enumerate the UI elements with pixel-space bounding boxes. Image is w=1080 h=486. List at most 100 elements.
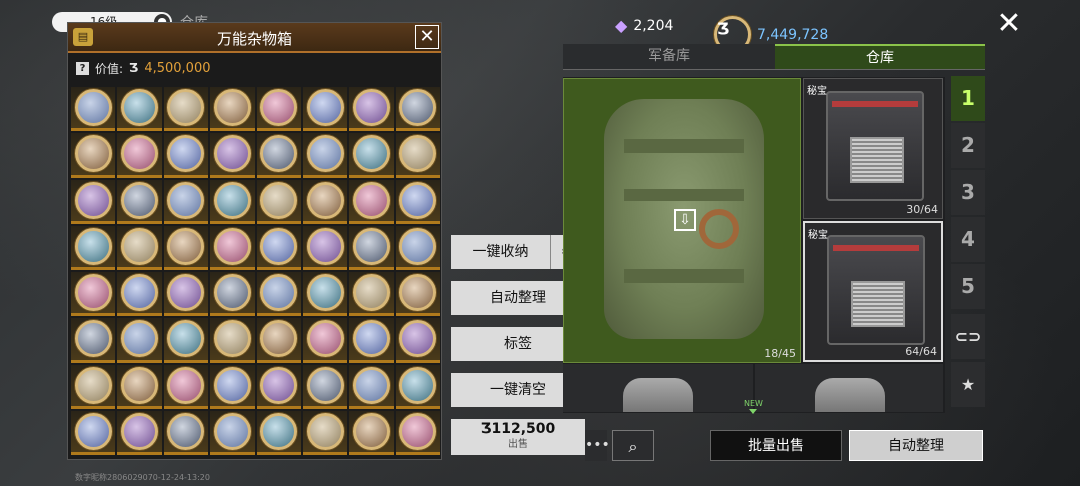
collectible-coin — [260, 412, 298, 450]
item-cell[interactable] — [349, 87, 394, 132]
close-icon[interactable]: ✕ — [994, 9, 1024, 40]
item-cell[interactable] — [71, 87, 116, 132]
item-cell[interactable] — [71, 272, 116, 317]
item-cell[interactable] — [117, 225, 162, 270]
item-cell[interactable] — [395, 410, 440, 455]
item-cell[interactable] — [210, 179, 255, 224]
help-icon[interactable]: ? — [76, 61, 89, 75]
item-cell[interactable] — [395, 179, 440, 224]
collectible-coin — [167, 412, 205, 450]
item-cell[interactable] — [117, 318, 162, 363]
item-cell[interactable] — [163, 87, 209, 132]
item-cell[interactable] — [302, 133, 348, 178]
item-cell[interactable] — [256, 272, 301, 317]
backpack-slot[interactable]: ⇩ 18/45 — [563, 78, 801, 363]
item-cell[interactable] — [349, 410, 394, 455]
sell-button[interactable]: Ʒ112,500 出售 — [451, 419, 585, 455]
item-cell[interactable] — [71, 133, 116, 178]
item-cell[interactable] — [117, 272, 162, 317]
page-tab-2[interactable]: 2 — [951, 123, 985, 168]
item-cell[interactable] — [163, 364, 209, 409]
item-cell[interactable] — [395, 272, 440, 317]
collectible-coin — [213, 366, 251, 404]
item-cell[interactable] — [163, 225, 209, 270]
tab-warehouse[interactable]: 仓库 — [775, 44, 985, 69]
more-button[interactable]: ••• — [585, 430, 610, 461]
item-cell[interactable] — [395, 87, 440, 132]
item-cell[interactable] — [71, 225, 116, 270]
page-tab-5[interactable]: 5 — [951, 264, 985, 309]
storage-item-partial[interactable] — [563, 364, 753, 412]
chest-slot-1[interactable]: 秘宝 30/64 — [803, 78, 943, 219]
modal-close-button[interactable]: ✕ — [415, 25, 439, 49]
item-cell[interactable] — [256, 410, 301, 455]
item-cell[interactable] — [71, 318, 116, 363]
item-cell[interactable] — [117, 179, 162, 224]
item-cell[interactable] — [71, 410, 116, 455]
item-cell[interactable] — [71, 179, 116, 224]
item-cell[interactable] — [256, 179, 301, 224]
item-cell[interactable] — [117, 410, 162, 455]
item-cell[interactable] — [349, 318, 394, 363]
collectible-coin — [74, 366, 112, 404]
item-cell[interactable] — [210, 410, 255, 455]
item-cell[interactable] — [349, 225, 394, 270]
item-cell[interactable] — [256, 364, 301, 409]
item-cell[interactable] — [256, 133, 301, 178]
item-cell[interactable] — [302, 87, 348, 132]
item-cell[interactable] — [302, 225, 348, 270]
item-cell[interactable] — [163, 133, 209, 178]
item-cell[interactable] — [163, 272, 209, 317]
item-cell[interactable] — [302, 364, 348, 409]
collectible-coin — [306, 366, 344, 404]
item-cell[interactable] — [395, 225, 440, 270]
item-cell[interactable] — [117, 364, 162, 409]
storage-item-partial[interactable] — [755, 364, 943, 412]
collectible-coin — [352, 366, 390, 404]
collectible-coin — [121, 89, 159, 127]
auto-sort-button[interactable]: 自动整理 — [849, 430, 983, 461]
item-cell[interactable] — [256, 87, 301, 132]
collectible-coin — [260, 274, 298, 312]
item-cell[interactable] — [71, 364, 116, 409]
item-cell[interactable] — [163, 410, 209, 455]
item-cell[interactable] — [395, 133, 440, 178]
item-cell[interactable] — [302, 272, 348, 317]
page-tab-3[interactable]: 3 — [951, 170, 985, 215]
item-cell[interactable] — [210, 364, 255, 409]
item-cell[interactable] — [210, 272, 255, 317]
item-cell[interactable] — [163, 179, 209, 224]
item-cell[interactable] — [117, 87, 162, 132]
collectible-coin — [352, 227, 390, 265]
collectible-coin — [74, 89, 112, 127]
link-icon[interactable]: ⊂⊃ — [951, 314, 985, 359]
search-button[interactable]: ⌕ — [612, 430, 654, 461]
collectible-coin — [213, 135, 251, 173]
item-cell[interactable] — [210, 133, 255, 178]
item-cell[interactable] — [349, 179, 394, 224]
item-cell[interactable] — [163, 318, 209, 363]
item-cell[interactable] — [395, 318, 440, 363]
item-cell[interactable] — [302, 318, 348, 363]
item-cell[interactable] — [256, 225, 301, 270]
tab-armory[interactable]: 军备库 — [563, 44, 775, 69]
item-cell[interactable] — [349, 133, 394, 178]
chest-image — [827, 235, 925, 345]
page-tab-1[interactable]: 1 — [951, 76, 985, 121]
batch-sell-button[interactable]: 批量出售 — [710, 430, 842, 461]
page-tab-4[interactable]: 4 — [951, 217, 985, 262]
item-cell[interactable] — [349, 272, 394, 317]
chest-vent — [850, 137, 904, 183]
item-cell[interactable] — [302, 179, 348, 224]
item-cell[interactable] — [210, 318, 255, 363]
item-cell[interactable] — [349, 364, 394, 409]
chest-slot-2[interactable]: 秘宝 64/64 — [803, 221, 943, 362]
item-cell[interactable] — [302, 410, 348, 455]
item-cell[interactable] — [210, 87, 255, 132]
trophy-icon[interactable]: ★ — [951, 362, 985, 407]
item-cell[interactable] — [117, 133, 162, 178]
item-cell[interactable] — [256, 318, 301, 363]
item-cell[interactable] — [395, 364, 440, 409]
item-cell[interactable] — [210, 225, 255, 270]
download-icon[interactable]: ⇩ — [674, 209, 696, 231]
